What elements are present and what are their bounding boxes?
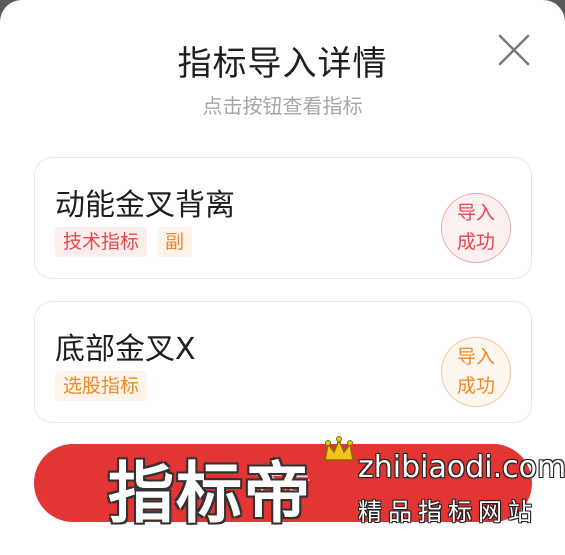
- tag-stock-picking-indicator: 选股指标: [55, 371, 148, 401]
- badge-line-1: 导入: [456, 346, 495, 368]
- indicator-tags: 技术指标 副: [55, 227, 193, 257]
- close-icon[interactable]: [494, 30, 534, 70]
- dialog-subtitle: 点击按钮查看指标: [202, 94, 363, 118]
- badge-line-1: 导入: [456, 202, 495, 224]
- badge-line-2: 成功: [456, 231, 495, 253]
- indicator-card[interactable]: 底部金叉X 选股指标 导入 成功: [34, 301, 532, 423]
- tag-technical-indicator: 技术指标: [55, 227, 148, 257]
- import-success-badge: 导入 成功: [441, 193, 511, 263]
- dialog-title: 指标导入详情: [177, 44, 388, 84]
- view-indicator-button[interactable]: 查看: [34, 444, 532, 522]
- view-button-label: 查看: [254, 468, 311, 501]
- indicator-tags: 选股指标: [55, 371, 148, 401]
- import-detail-dialog: 指标导入详情 点击按钮查看指标 动能金叉背离 技术指标 副 导入 成功 底部金叉…: [0, 0, 565, 555]
- indicator-card[interactable]: 动能金叉背离 技术指标 副 导入 成功: [34, 157, 532, 279]
- indicator-name: 底部金叉X: [55, 332, 196, 367]
- import-success-badge: 导入 成功: [441, 337, 511, 407]
- indicator-name: 动能金叉背离: [55, 188, 235, 223]
- tag-sub-chart: 副: [157, 227, 193, 257]
- badge-line-2: 成功: [456, 375, 495, 397]
